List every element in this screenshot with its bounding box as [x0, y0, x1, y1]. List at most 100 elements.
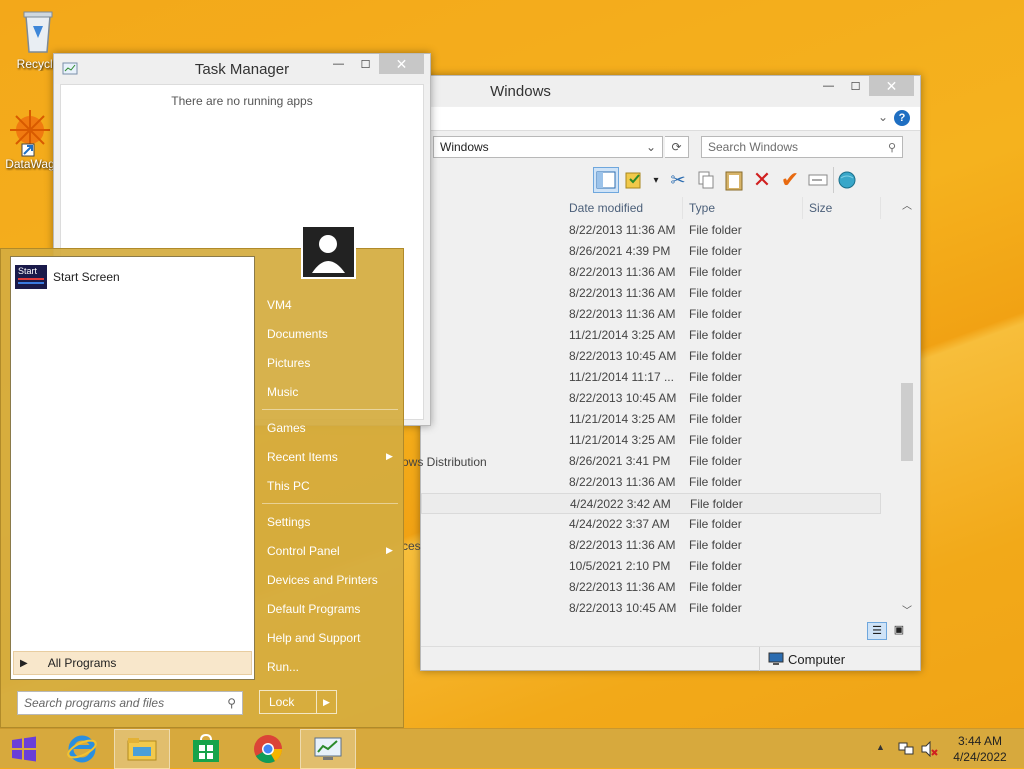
- row-date-modified: 8/22/2013 11:36 AM: [569, 223, 676, 237]
- maximize-button[interactable]: ☐: [352, 54, 379, 74]
- desktop-icon-datawag[interactable]: DataWag: [0, 108, 60, 171]
- table-row[interactable]: 11/21/2014 3:25 AM File folder: [421, 325, 881, 346]
- table-row[interactable]: 8/22/2013 11:36 AM File folder: [421, 535, 881, 556]
- start-item-pictures[interactable]: Pictures: [267, 356, 310, 370]
- start-item-run[interactable]: Run...: [267, 660, 299, 674]
- close-button[interactable]: ✕: [869, 76, 914, 96]
- lock-button[interactable]: Lock ▶: [259, 690, 337, 714]
- table-row[interactable]: 10/5/2021 2:10 PM File folder: [421, 556, 881, 577]
- table-row[interactable]: 8/22/2013 10:45 AM File folder: [421, 598, 881, 619]
- close-button[interactable]: ✕: [379, 54, 424, 74]
- table-row[interactable]: 8/26/2021 4:39 PM File folder: [421, 241, 881, 262]
- taskbar-task-manager[interactable]: [300, 729, 356, 769]
- details-view-icon[interactable]: ☰: [867, 622, 887, 640]
- table-row[interactable]: 8/22/2013 11:36 AM File folder: [421, 283, 881, 304]
- table-row[interactable]: 8/22/2013 11:36 AM File folder: [421, 220, 881, 241]
- scroll-down-arrow[interactable]: ﹀: [899, 602, 915, 617]
- maximize-button[interactable]: ☐: [842, 76, 869, 96]
- paste-icon[interactable]: [721, 167, 747, 193]
- windows-logo-icon: [12, 736, 36, 762]
- start-button[interactable]: [0, 729, 48, 769]
- ribbon-expand-icon[interactable]: ⌄: [878, 110, 888, 124]
- cut-icon[interactable]: ✂: [665, 167, 691, 193]
- table-row[interactable]: 11/21/2014 3:25 AM File folder: [421, 430, 881, 451]
- search-input[interactable]: Search Windows ⚲: [701, 136, 903, 158]
- user-avatar[interactable]: [301, 225, 356, 279]
- clock[interactable]: 3:44 AM 4/24/2022: [946, 733, 1014, 765]
- all-programs-button[interactable]: ▶ All Programs: [13, 651, 252, 675]
- start-item-recent-items[interactable]: Recent Items: [267, 450, 338, 464]
- table-row[interactable]: 11/21/2014 3:25 AM File folder: [421, 409, 881, 430]
- start-item-documents[interactable]: Documents: [267, 327, 328, 341]
- start-item-devices-printers[interactable]: Devices and Printers: [267, 573, 378, 587]
- start-item-this-pc[interactable]: This PC: [267, 479, 310, 493]
- table-row[interactable]: 8/22/2013 10:45 AM File folder: [421, 388, 881, 409]
- large-icons-view-icon[interactable]: ▣: [889, 622, 909, 640]
- preview-pane-icon[interactable]: [593, 167, 619, 193]
- checkmark-icon[interactable]: ✔: [777, 167, 803, 193]
- help-icon[interactable]: ?: [894, 110, 910, 126]
- taskbar-file-explorer[interactable]: [114, 729, 170, 769]
- minimize-button[interactable]: —: [815, 76, 842, 96]
- start-item-control-panel[interactable]: Control Panel: [267, 544, 340, 558]
- task-manager-titlebar[interactable]: Task Manager — ☐ ✕: [54, 54, 430, 84]
- show-hidden-icons-icon[interactable]: ▲: [876, 742, 885, 752]
- scroll-up-arrow[interactable]: ︿: [899, 197, 915, 213]
- start-search-input[interactable]: Search programs and files ⚲: [17, 691, 243, 715]
- minimize-button[interactable]: —: [325, 54, 352, 74]
- column-header-size[interactable]: Size: [805, 197, 881, 219]
- scroll-thumb[interactable]: [901, 383, 913, 461]
- taskbar-internet-explorer[interactable]: [54, 729, 110, 769]
- row-type: File folder: [689, 601, 742, 615]
- globe-icon[interactable]: [833, 167, 859, 193]
- address-dropdown-icon[interactable]: ⌄: [646, 140, 656, 154]
- refresh-button[interactable]: ⟳: [665, 136, 689, 158]
- address-bar[interactable]: Windows ⌄: [433, 136, 663, 158]
- file-name-partial: ows Distribution: [402, 455, 487, 469]
- network-icon[interactable]: [897, 741, 915, 757]
- table-row[interactable]: 11/21/2014 11:17 ... File folder: [421, 367, 881, 388]
- separator: [262, 503, 398, 504]
- table-row[interactable]: 8/22/2013 11:36 AM File folder: [421, 472, 881, 493]
- delete-icon[interactable]: ✕: [749, 167, 775, 193]
- rename-icon[interactable]: [805, 167, 831, 193]
- start-screen-icon: Start: [15, 265, 47, 289]
- table-row[interactable]: 8/22/2013 11:36 AM File folder: [421, 577, 881, 598]
- column-header-type[interactable]: Type: [685, 197, 803, 219]
- row-date-modified: 8/26/2021 4:39 PM: [569, 244, 671, 258]
- task-manager-icon: [314, 737, 342, 760]
- row-date-modified: 11/21/2014 3:25 AM: [569, 328, 676, 342]
- datawag-icon: [10, 110, 50, 157]
- row-type: File folder: [689, 538, 742, 552]
- row-type: File folder: [689, 475, 742, 489]
- table-row[interactable]: 8/26/2021 3:41 PM File folder: [421, 451, 881, 472]
- start-screen-item[interactable]: Start Start Screen: [15, 265, 120, 289]
- search-icon: ⚲: [227, 696, 236, 710]
- properties-icon[interactable]: [621, 167, 647, 193]
- start-item-games[interactable]: Games: [267, 421, 306, 435]
- start-menu: Start Start Screen ▶ All Programs Search…: [0, 225, 404, 728]
- start-item-default-programs[interactable]: Default Programs: [267, 602, 360, 616]
- explorer-titlebar[interactable]: Windows — ☐ ✕: [421, 76, 920, 106]
- row-type: File folder: [689, 307, 742, 321]
- column-header-date[interactable]: Date modified: [565, 197, 683, 219]
- taskbar-chrome[interactable]: [240, 729, 296, 769]
- table-row[interactable]: 8/22/2013 10:45 AM File folder: [421, 346, 881, 367]
- row-type: File folder: [689, 391, 742, 405]
- table-row[interactable]: 4/24/2022 3:42 AM File folder: [421, 493, 881, 514]
- start-item-settings[interactable]: Settings: [267, 515, 310, 529]
- table-row[interactable]: 8/22/2013 11:36 AM File folder: [421, 304, 881, 325]
- start-item-help-support[interactable]: Help and Support: [267, 631, 360, 645]
- lock-options-arrow-icon[interactable]: ▶: [316, 691, 336, 713]
- row-date-modified: 10/5/2021 2:10 PM: [569, 559, 671, 573]
- vertical-scrollbar[interactable]: ︿ ﹀: [899, 197, 915, 617]
- table-row[interactable]: 8/22/2013 11:36 AM File folder: [421, 262, 881, 283]
- start-item-music[interactable]: Music: [267, 385, 298, 399]
- table-row[interactable]: 4/24/2022 3:37 AM File folder: [421, 514, 881, 535]
- start-item-vm4[interactable]: VM4: [267, 298, 292, 312]
- volume-muted-icon[interactable]: [921, 741, 939, 757]
- copy-icon[interactable]: [693, 167, 719, 193]
- ribbon-collapsed-bar: ⌄ ?: [421, 107, 920, 131]
- taskbar-store[interactable]: [178, 729, 234, 769]
- dropdown-arrow-icon[interactable]: ▾: [649, 167, 663, 193]
